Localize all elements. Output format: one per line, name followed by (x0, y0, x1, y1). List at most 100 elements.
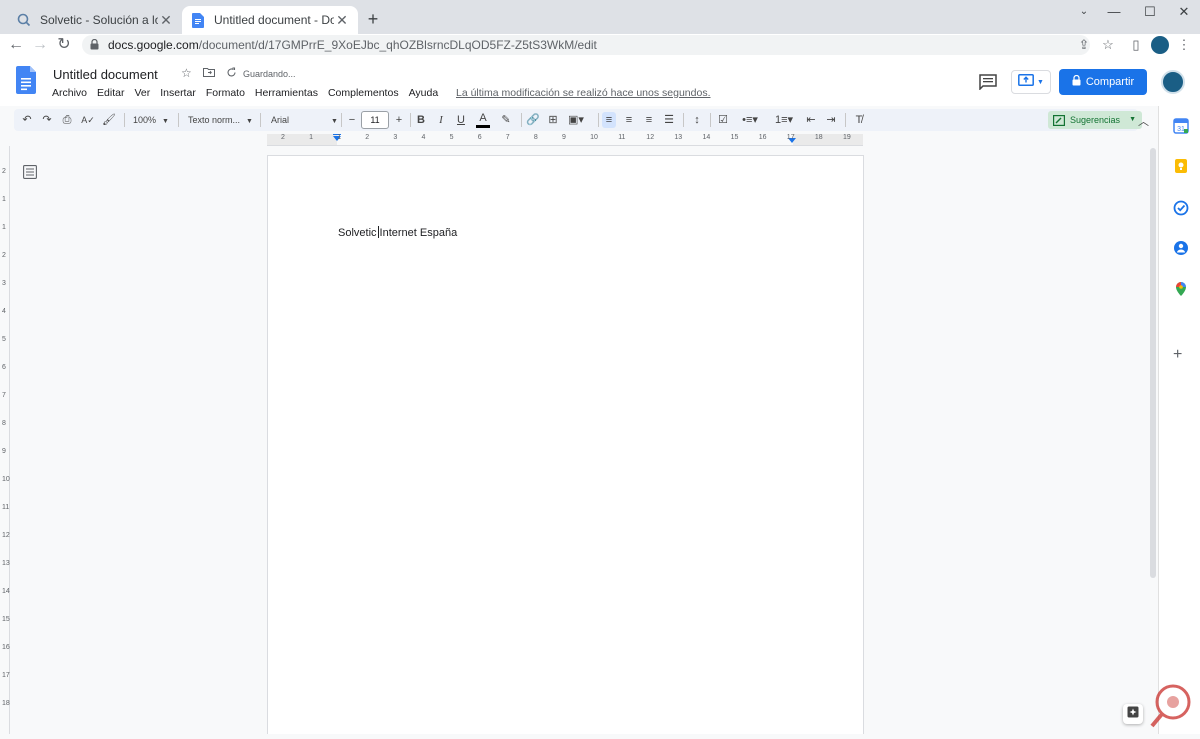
document-body-text[interactable]: Solvetic Internet España (338, 226, 457, 239)
zoom-value: 100% (133, 115, 157, 125)
horizontal-ruler[interactable]: 2 1 1 2 3 4 5 6 7 8 9 10 11 12 13 14 15 16 17 18 19 (267, 134, 863, 146)
highlight-color-icon[interactable]: ✎ (499, 112, 513, 128)
svg-text:31: 31 (1177, 126, 1185, 133)
contacts-icon[interactable] (1173, 240, 1189, 256)
browser-tab-strip: Solvetic - Solución a los problema ✕ Unt… (0, 0, 1200, 34)
redo-icon[interactable]: ↷ (40, 112, 54, 128)
document-page[interactable]: Solvetic Internet España (267, 155, 864, 734)
share-button[interactable]: Compartir (1059, 69, 1147, 95)
new-tab-button[interactable]: + (362, 8, 384, 30)
menu-editar[interactable]: Editar (97, 87, 124, 99)
calendar-icon[interactable]: 31 (1173, 118, 1189, 134)
maps-icon[interactable] (1173, 281, 1189, 297)
decrease-font-size-button[interactable]: − (346, 112, 358, 128)
line-spacing-icon[interactable]: ↕ (690, 112, 704, 128)
zoom-select[interactable]: 100% ▼ (133, 112, 169, 128)
italic-icon[interactable]: I (435, 112, 447, 128)
address-bar: ← → ↻ docs.google.com/document/d/17GMPrr… (0, 34, 1200, 56)
close-window-button[interactable]: ✕ (1166, 0, 1200, 24)
underline-icon[interactable]: U (455, 112, 467, 128)
insert-link-icon[interactable]: 🔗 (526, 112, 540, 128)
url-field[interactable]: docs.google.com/document/d/17GMPrrE_9XoE… (82, 35, 1090, 55)
bold-icon[interactable]: B (415, 112, 427, 128)
vertical-ruler-number: 15 (2, 616, 10, 623)
toolbar-divider (710, 113, 711, 127)
ruler-number: 9 (562, 134, 566, 141)
insert-image-icon[interactable]: ▣▾ (566, 112, 586, 128)
maximize-button[interactable]: ☐ (1132, 0, 1168, 24)
last-modified-link[interactable]: La última modificación se realizó hace u… (456, 87, 710, 99)
print-icon[interactable]: ⎙ (60, 112, 74, 128)
insert-comment-icon[interactable]: ⊞ (546, 112, 560, 128)
star-icon[interactable]: ☆ (181, 66, 192, 80)
ruler-number: 2 (365, 134, 370, 141)
browser-tab-solvetic[interactable]: Solvetic - Solución a los problema ✕ (8, 6, 182, 34)
ruler-number: 8 (533, 134, 538, 141)
toolbar-divider (178, 113, 179, 127)
browser-profile-avatar[interactable] (1151, 36, 1169, 54)
menu-herramientas[interactable]: Herramientas (255, 87, 318, 99)
saving-sync-icon (226, 67, 237, 81)
keep-icon[interactable] (1173, 158, 1189, 174)
reload-button[interactable]: ↻ (54, 35, 74, 55)
docs-favicon-icon (190, 12, 206, 28)
undo-icon[interactable]: ↶ (20, 112, 34, 128)
watermark-logo (1140, 680, 1200, 734)
numbered-list-icon[interactable]: 1≡▾ (772, 112, 796, 128)
tasks-icon[interactable] (1173, 200, 1189, 216)
vertical-ruler-number: 14 (2, 588, 10, 595)
docs-logo-icon[interactable] (16, 66, 36, 94)
align-justify-icon[interactable]: ☰ (662, 112, 676, 128)
menu-formato[interactable]: Formato (206, 87, 245, 99)
solvetic-favicon-icon (16, 12, 32, 28)
menu-complementos[interactable]: Complementos (328, 87, 399, 99)
account-avatar[interactable] (1161, 70, 1185, 94)
browser-menu-icon[interactable]: ⋮ (1174, 35, 1194, 55)
align-right-icon[interactable]: ≡ (642, 112, 656, 128)
browser-tab-docs[interactable]: Untitled document - Documentos ✕ (182, 6, 358, 34)
close-tab-icon[interactable]: ✕ (334, 12, 350, 28)
document-outline-icon[interactable] (23, 165, 39, 181)
side-panel-icon[interactable]: ▯ (1126, 35, 1146, 55)
ruler-number: 5 (449, 134, 454, 141)
collapse-toolbar-icon[interactable]: ︿ (1138, 113, 1149, 129)
increase-font-size-button[interactable]: + (393, 112, 405, 128)
menu-archivo[interactable]: Archivo (52, 87, 87, 99)
menu-insertar[interactable]: Insertar (160, 87, 196, 99)
increase-indent-icon[interactable]: ⇥ (824, 112, 838, 128)
ruler-number: 14 (702, 134, 711, 141)
checklist-icon[interactable]: ☑ (716, 112, 730, 128)
bookmark-star-icon[interactable]: ☆ (1098, 35, 1118, 55)
vertical-ruler-number: 10 (2, 476, 10, 483)
comment-history-icon[interactable] (979, 74, 997, 91)
present-button[interactable]: ▼ (1011, 70, 1051, 94)
font-select[interactable]: Arial ▼ (271, 112, 339, 128)
decrease-indent-icon[interactable]: ⇤ (804, 112, 818, 128)
editing-mode-select[interactable]: Sugerencias ▼ (1048, 111, 1142, 129)
close-tab-icon[interactable]: ✕ (158, 12, 174, 28)
back-button[interactable]: ← (6, 35, 26, 55)
menu-ayuda[interactable]: Ayuda (409, 87, 439, 99)
bulleted-list-icon[interactable]: •≡▾ (738, 112, 762, 128)
vertical-ruler-number: 2 (2, 252, 6, 259)
share-page-icon[interactable]: ⇪ (1074, 35, 1094, 55)
minimize-button[interactable]: — (1096, 0, 1132, 24)
move-folder-icon[interactable] (203, 66, 215, 80)
suggest-edit-icon (1053, 114, 1066, 132)
vertical-ruler[interactable]: 2 1 1 2 3 4 5 6 7 8 9 10 11 12 13 14 15 16 17 18 (0, 146, 10, 734)
document-title[interactable]: Untitled document (53, 67, 158, 82)
vertical-scrollbar[interactable] (1150, 148, 1156, 578)
get-addons-icon[interactable]: + (1173, 346, 1182, 364)
font-size-field[interactable]: 11 (361, 111, 389, 129)
paint-format-icon[interactable]: 🖌 (102, 112, 116, 128)
vertical-ruler-number: 4 (2, 308, 6, 315)
menu-ver[interactable]: Ver (134, 87, 150, 99)
clear-formatting-icon[interactable]: T̸ (852, 112, 866, 128)
spellcheck-icon[interactable]: A✓ (81, 112, 95, 128)
paragraph-style-select[interactable]: Texto norm... ▼ (188, 112, 253, 128)
forward-button[interactable]: → (30, 35, 50, 55)
align-center-icon[interactable]: ≡ (622, 112, 636, 128)
ruler-number: 10 (590, 134, 598, 141)
text-color-icon[interactable]: A (476, 112, 490, 128)
align-left-icon[interactable]: ≡ (602, 112, 616, 128)
